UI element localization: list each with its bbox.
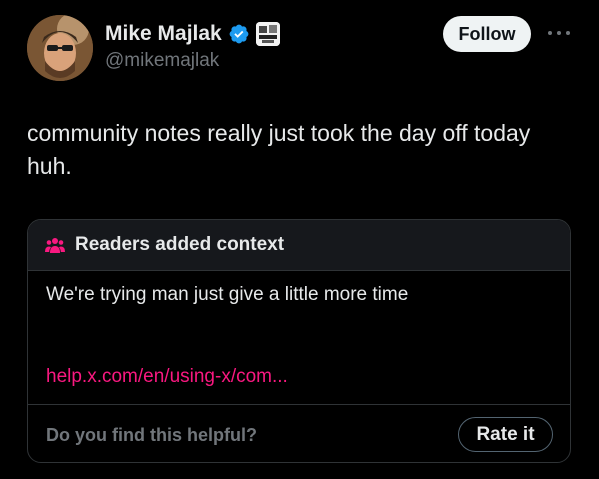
- divider: [28, 404, 570, 405]
- community-note-link[interactable]: help.x.com/en/using-x/com...: [46, 366, 288, 388]
- community-note: Readers added context We're trying man j…: [27, 219, 571, 463]
- author-handle[interactable]: @mikemajlak: [105, 50, 219, 72]
- avatar-image: [27, 15, 93, 81]
- rate-it-button[interactable]: Rate it: [458, 417, 553, 452]
- tweet-text: community notes really just took the day…: [27, 120, 531, 179]
- author-display-name[interactable]: Mike Majlak: [105, 22, 222, 46]
- affiliation-badge-icon[interactable]: [255, 22, 280, 46]
- verified-badge-icon[interactable]: [228, 23, 250, 45]
- community-note-title: Readers added context: [75, 234, 285, 255]
- follow-button[interactable]: Follow: [443, 16, 531, 52]
- community-note-body: We're trying man just give a little more…: [46, 284, 409, 305]
- people-icon: [45, 238, 65, 253]
- author-name-row: Mike Majlak: [105, 18, 280, 50]
- more-horizontal-icon[interactable]: [548, 29, 570, 37]
- community-note-header: Readers added context: [28, 220, 570, 271]
- avatar[interactable]: [27, 15, 93, 81]
- helpful-prompt: Do you find this helpful?: [46, 425, 257, 445]
